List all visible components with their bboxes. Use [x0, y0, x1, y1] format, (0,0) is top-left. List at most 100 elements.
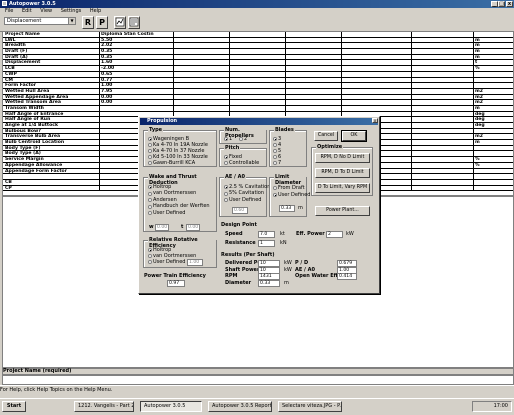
rpm-d-no-limit-button[interactable]: RPM, D No D Limit: [315, 153, 370, 163]
taskbar-button-autopower[interactable]: Autopower 3.0.5: [140, 401, 202, 412]
ae-ao-radio-2[interactable]: [224, 198, 228, 202]
grid-divider: [411, 134, 412, 140]
taskbar-button-report[interactable]: Autopower 3.0.5 Report: [208, 401, 272, 412]
grid-divider: [473, 71, 474, 77]
grid-divider: [341, 83, 342, 88]
result-right-label: AE / A0: [295, 266, 315, 273]
wake-label-0: Holtrop: [153, 183, 172, 190]
close-button[interactable]: x: [506, 1, 513, 7]
row-value: 5.50: [101, 37, 113, 43]
minimize-button[interactable]: _: [491, 1, 498, 7]
type-radio-0[interactable]: [148, 137, 152, 141]
limit-user-defined-radio[interactable]: [273, 193, 277, 197]
cancel-button[interactable]: Cancel: [314, 131, 338, 141]
maximize-button[interactable]: □: [498, 1, 505, 7]
type-radio-2[interactable]: [148, 149, 152, 153]
grid-divider: [229, 88, 230, 94]
rre-holtrop-label: Holtrop: [153, 246, 172, 253]
wake-radio-4[interactable]: [148, 211, 152, 215]
blades-radio-0[interactable]: [273, 137, 277, 141]
app-title-bar: Autopower 3.0.5 _ □ x: [0, 0, 514, 8]
grid-divider: [473, 43, 474, 49]
pitch-fixed-radio[interactable]: [224, 155, 228, 159]
grid-divider: [411, 185, 412, 191]
power-plant-button[interactable]: Power Plant...: [315, 206, 370, 216]
resistance-unit: kN: [280, 240, 287, 246]
result-value[interactable]: 0.33: [258, 279, 280, 287]
mode-select[interactable]: Displacement ▼: [4, 17, 76, 25]
design-point-title: Design Point: [221, 222, 257, 228]
menu-file[interactable]: File: [5, 8, 13, 14]
start-button[interactable]: Start: [2, 401, 26, 412]
grid-divider: [285, 83, 286, 88]
wake-radio-2[interactable]: [148, 198, 152, 202]
grid-divider: [473, 145, 474, 151]
taskbar-button-paint[interactable]: Selectare viteza.JPG - P...: [278, 401, 342, 412]
blades-label-0: 3: [278, 135, 282, 142]
type-radio-1[interactable]: [148, 143, 152, 147]
ae-ao-radio-1[interactable]: [224, 191, 228, 196]
ae-ao-input[interactable]: 0.60: [232, 207, 248, 214]
menu-view[interactable]: View: [40, 8, 52, 14]
menu-settings[interactable]: Settings: [61, 8, 82, 14]
type-radio-3[interactable]: [148, 155, 152, 159]
grid-divider: [411, 54, 412, 60]
rre-van-oortmerssen-label: van Oortmerssen: [153, 252, 197, 259]
row-unit: m: [475, 105, 480, 111]
rre-holtrop-radio[interactable]: [148, 248, 152, 252]
dialog-close-button[interactable]: x: [372, 118, 378, 123]
propulsion-button[interactable]: P: [96, 16, 108, 29]
blades-radio-1[interactable]: [273, 143, 277, 147]
rre-van-oortmerssen-radio[interactable]: [148, 254, 152, 258]
chevron-down-icon[interactable]: ▼: [68, 18, 75, 24]
from-draft-radio[interactable]: [273, 186, 277, 190]
result-right-value[interactable]: 0.414: [337, 273, 357, 280]
grid-divider: [473, 32, 474, 37]
row-value: 2.02: [101, 43, 113, 49]
eff-power-input[interactable]: 2: [326, 231, 343, 238]
num-props-2-radio[interactable]: [239, 137, 243, 141]
w-label: w: [149, 224, 154, 230]
limit-diameter-input[interactable]: 0.33: [279, 205, 295, 212]
w-input[interactable]: 0.00: [155, 224, 169, 231]
menu-edit[interactable]: Edit: [22, 8, 32, 14]
row-unit: [475, 174, 513, 179]
rre-user-defined-label: User Defined: [153, 258, 186, 265]
num-props-1-radio[interactable]: [224, 137, 228, 141]
blades-radio-3[interactable]: [273, 155, 277, 159]
report-icon[interactable]: [128, 16, 140, 29]
speed-input[interactable]: 7.0: [258, 231, 275, 238]
power-train-input[interactable]: 0.97: [167, 280, 185, 287]
grid-divider: [285, 88, 286, 94]
rre-user-defined-radio[interactable]: [148, 260, 152, 264]
blades-radio-4[interactable]: [273, 161, 277, 165]
blades-radio-2[interactable]: [273, 149, 277, 153]
result-right-label: P / D: [295, 260, 309, 266]
rpm-d-to-limit-button[interactable]: RPM, D To D Limit: [315, 168, 370, 178]
taskbar-button-vangelis[interactable]: 1212. Vangelis - Part 2 -...: [74, 401, 134, 412]
ae-ao-radio-0[interactable]: [224, 185, 228, 189]
wake-radio-1[interactable]: [148, 191, 152, 196]
grid-divider: [411, 100, 412, 105]
resistance-button[interactable]: R: [82, 16, 94, 29]
type-radio-4[interactable]: [148, 161, 152, 165]
ok-button[interactable]: OK: [341, 130, 367, 142]
d-to-limit-vary-rpm-button[interactable]: D To Limit, Vary RPM: [315, 183, 370, 193]
resistance-input[interactable]: 1: [258, 240, 275, 247]
row-unit: deg: [475, 123, 485, 128]
t-input[interactable]: 0.00: [186, 224, 200, 231]
row-unit: [475, 186, 513, 191]
row-label: Wetted Appendage Area: [5, 94, 69, 100]
grid-divider: [341, 94, 342, 100]
chart-icon[interactable]: [114, 16, 126, 29]
row-value: 0.77: [101, 77, 113, 83]
pitch-controllable-radio[interactable]: [224, 161, 228, 165]
project-name-input[interactable]: [2, 375, 514, 385]
rre-input[interactable]: 1.00: [187, 259, 203, 266]
wake-radio-3[interactable]: [148, 204, 152, 209]
toolbar: [0, 15, 514, 32]
menu-help[interactable]: Help: [90, 8, 101, 14]
row-unit: [475, 146, 513, 151]
row-label: Draft (F): [5, 49, 28, 54]
wake-radio-0[interactable]: [148, 185, 152, 189]
